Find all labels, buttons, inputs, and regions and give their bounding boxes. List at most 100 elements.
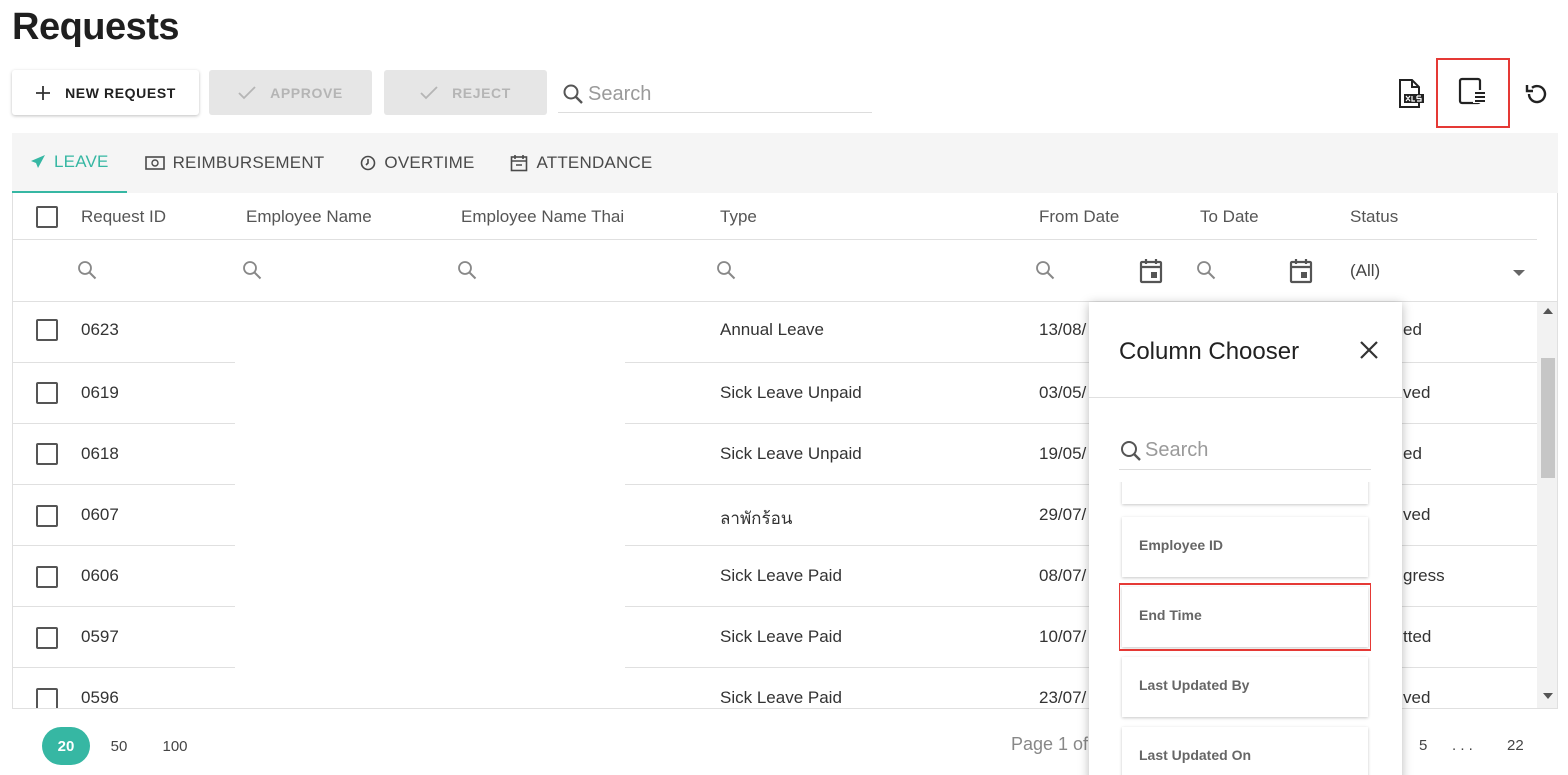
cell-type: Sick Leave Paid [720,566,842,585]
page-size-100[interactable]: 100 [157,727,193,765]
cell-status: gress [1403,566,1445,585]
status-filter-value[interactable]: (All) [1350,261,1380,281]
page-info: Page 1 of [1011,734,1089,754]
cell-type: Sick Leave Paid [720,688,842,707]
vertical-scrollbar[interactable] [1537,302,1557,708]
row-checkbox[interactable] [36,566,58,588]
column-chooser-icon [1458,77,1488,110]
row-checkbox[interactable] [36,319,58,341]
row-checkbox[interactable] [36,382,58,404]
divider [1089,397,1402,398]
row-checkbox[interactable] [36,688,58,708]
column-chooser-item[interactable]: Employee ID [1122,517,1368,577]
approve-button[interactable]: APPROVE [209,70,372,115]
plus-icon [35,85,51,101]
cell-from-date: 19/05/ [1039,444,1087,463]
search-icon [562,83,584,105]
calendar-icon[interactable] [1289,258,1313,284]
cell-request-id: 0623 [81,320,119,339]
reject-label: REJECT [452,84,511,101]
scroll-down-icon[interactable] [1543,693,1553,699]
column-chooser-item[interactable] [1122,482,1368,504]
row-checkbox[interactable] [36,505,58,527]
new-request-button[interactable]: NEW REQUEST [12,70,199,115]
tab-overtime[interactable]: OVERTIME [342,133,492,193]
cell-status: ved [1403,383,1431,402]
filter-search-icon[interactable] [1034,259,1056,281]
check-icon [420,85,438,100]
tab-leave-label: LEAVE [54,152,109,171]
column-header-type[interactable]: Type [720,207,757,227]
filter-search-icon[interactable] [1195,259,1217,281]
cell-status: ed [1403,444,1422,463]
cell-from-date: 23/07/ [1039,688,1087,707]
column-chooser-item[interactable]: End Time [1119,583,1371,651]
scroll-up-icon[interactable] [1543,308,1553,314]
cell-status: ed [1403,320,1422,339]
cell-from-date: 13/08/ [1039,320,1087,339]
column-chooser-item[interactable]: Last Updated By [1122,657,1368,717]
cell-type: Sick Leave Unpaid [720,383,862,402]
column-header-employee-name[interactable]: Employee Name [246,207,372,227]
scrollbar-thumb[interactable] [1541,358,1555,478]
chevron-down-icon[interactable] [1513,270,1525,276]
filter-search-icon[interactable] [456,259,478,281]
cell-request-id: 0607 [81,505,119,524]
cell-type: Annual Leave [720,320,824,339]
tab-attendance-label: ATTENDANCE [536,153,653,172]
tab-attendance[interactable]: ATTENDANCE [492,133,670,193]
reject-button[interactable]: REJECT [384,70,547,115]
column-header-request-id[interactable]: Request ID [81,207,166,227]
column-chooser-panel: Column Chooser Employee ID End Time Last… [1089,302,1402,775]
cell-request-id: 0619 [81,383,119,402]
tab-reimbursement-label: REIMBURSEMENT [172,153,325,172]
page-ellipsis: . . . [1452,737,1473,754]
clock-icon [360,155,376,171]
column-header-employee-name-thai[interactable]: Employee Name Thai [461,207,624,227]
calendar-icon [510,154,528,172]
tab-reimbursement[interactable]: REIMBURSEMENT [127,133,343,193]
money-icon [144,156,165,170]
column-chooser-button[interactable] [1436,58,1510,128]
cell-from-date: 03/05/ [1039,383,1087,402]
column-header-status[interactable]: Status [1350,207,1398,227]
xls-export-icon[interactable] [1394,78,1426,110]
column-header-from-date[interactable]: From Date [1039,207,1119,227]
close-icon[interactable] [1357,338,1381,362]
filter-search-icon[interactable] [715,259,737,281]
select-all-checkbox[interactable] [36,206,58,228]
approve-label: APPROVE [270,84,343,101]
page-size-20[interactable]: 20 [42,727,90,765]
refresh-icon[interactable] [1520,78,1552,110]
row-checkbox[interactable] [36,627,58,649]
row-checkbox[interactable] [36,443,58,465]
filter-row: (All) [13,240,1557,302]
cell-request-id: 0596 [81,688,119,707]
page-number-22[interactable]: 22 [1507,737,1524,754]
column-chooser-search [1119,432,1371,470]
column-chooser-item[interactable]: Last Updated On [1122,727,1368,775]
column-chooser-search-input[interactable] [1145,439,1365,462]
search-box [558,76,872,113]
page-size-50[interactable]: 50 [104,727,134,765]
column-chooser-title: Column Chooser [1119,338,1300,365]
filter-search-icon[interactable] [76,259,98,281]
grid-header: Request ID Employee Name Employee Name T… [13,193,1537,240]
page-number-5[interactable]: 5 [1419,737,1427,754]
cell-status: tted [1403,627,1432,646]
cell-type: ลาพักร้อน [720,509,793,528]
tab-bar: LEAVE REIMBURSEMENT OVERTIME ATTENDANCE [12,133,1558,193]
cell-request-id: 0606 [81,566,119,585]
column-header-to-date[interactable]: To Date [1200,207,1259,227]
page-title: Requests [12,6,180,48]
cell-from-date: 10/07/ [1039,627,1087,646]
calendar-icon[interactable] [1139,258,1163,284]
tab-overtime-label: OVERTIME [384,153,475,172]
airplane-icon [30,154,46,170]
search-input[interactable] [588,82,848,106]
filter-search-icon[interactable] [241,259,263,281]
cell-from-date: 08/07/ [1039,566,1087,585]
tab-leave[interactable]: LEAVE [12,133,127,193]
column-chooser-list: Employee ID End Time Last Updated By Las… [1119,482,1371,775]
cell-request-id: 0618 [81,444,119,463]
